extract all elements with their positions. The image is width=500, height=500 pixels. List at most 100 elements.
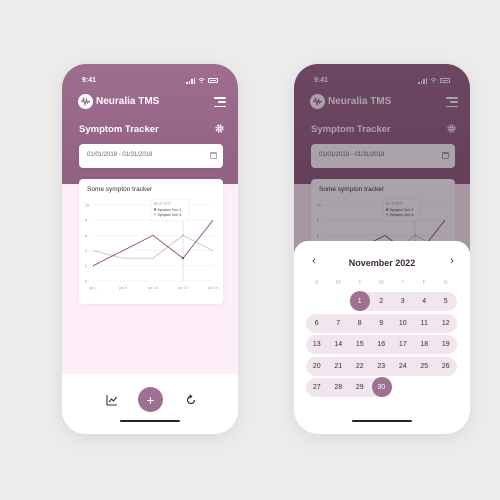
y-tick-label: 4 <box>85 249 87 253</box>
weekday-label: F <box>422 280 426 286</box>
calendar-day-number: 8 <box>357 319 362 327</box>
weekday-label: S <box>443 280 448 286</box>
tooltip-entry: Symptom One: 6 <box>158 213 182 217</box>
calendar-day[interactable]: 27 <box>306 378 328 397</box>
phone-screen-tracker: 9:41 Neuralia TMS Symptom Tracker 01/01/… <box>62 64 238 434</box>
y-tick-label: 0 <box>85 280 87 284</box>
tooltip-legend-dot <box>153 208 157 211</box>
date-range-field[interactable]: 01/01/2018 - 01/31/2018 <box>79 144 223 168</box>
tooltip-legend-dot <box>153 213 157 216</box>
y-tick-label: 8 <box>85 219 87 223</box>
home-indicator <box>352 420 412 422</box>
calendar-month-label: November 2022 <box>348 258 416 268</box>
calendar-day[interactable]: 23 <box>371 357 393 376</box>
brain-wave-logo-icon <box>78 94 93 109</box>
calendar-day[interactable]: 10 <box>392 314 414 333</box>
date-range-value: 01/01/2018 - 01/31/2018 <box>87 152 153 158</box>
calendar-day[interactable]: 30 <box>371 377 393 397</box>
add-entry-button[interactable]: + <box>138 387 163 412</box>
x-tick-label: jan 1 <box>88 286 97 290</box>
calendar-empty-cell <box>414 378 436 397</box>
calendar-day-number: 25 <box>420 362 429 370</box>
calendar-day-number: 13 <box>312 341 321 348</box>
app-name: Neuralia TMS <box>96 96 160 107</box>
calendar-day[interactable]: 14 <box>328 335 350 354</box>
calendar-day[interactable]: 28 <box>328 378 350 397</box>
calendar-day[interactable]: 15 <box>349 335 371 354</box>
calendar-day[interactable]: 17 <box>392 335 414 354</box>
data-point[interactable] <box>181 257 185 260</box>
gear-icon[interactable] <box>215 124 224 133</box>
calendar-week-row: 27 28 29 30 <box>306 377 457 397</box>
weekday-label: M <box>335 280 341 286</box>
calendar-day[interactable]: 1 <box>349 291 371 311</box>
weekday-header: SMTWTFS <box>306 280 457 290</box>
calendar-day[interactable]: 3 <box>392 292 414 311</box>
calendar-day[interactable]: 9 <box>371 314 393 333</box>
calendar-day[interactable]: 11 <box>414 314 436 333</box>
calendar-day-number: 6 <box>314 319 319 327</box>
wifi-icon <box>198 78 205 84</box>
plus-icon: + <box>146 391 155 408</box>
status-bar: 9:41 <box>62 76 238 88</box>
calendar-week-row: 6 7 8 9 10 11 12 <box>306 313 457 333</box>
calendar-week-row: 1 2 3 4 5 <box>306 291 457 311</box>
calendar-day[interactable]: 19 <box>435 335 457 354</box>
weekday-label: T <box>401 280 405 286</box>
series-line-symptom-two <box>92 219 214 267</box>
calendar-icon[interactable] <box>210 152 217 159</box>
calendar-day[interactable]: 13 <box>306 335 328 354</box>
cellular-signal-icon <box>186 77 195 84</box>
home-indicator <box>120 420 180 422</box>
x-tick-label: jan 15 <box>147 286 158 290</box>
calendar-week-row: 20 21 22 23 24 25 26 <box>306 356 457 376</box>
y-tick-label: 2 <box>85 264 87 268</box>
status-time: 9:41 <box>82 77 97 84</box>
calendar-day-number: 26 <box>441 362 450 370</box>
weekday-label: T <box>358 280 362 286</box>
calendar-day[interactable]: 6 <box>306 314 328 333</box>
tooltip-date: jan 22 2024 <box>153 202 171 206</box>
calendar-day[interactable]: 24 <box>392 357 414 376</box>
calendar-day[interactable]: 20 <box>306 357 328 376</box>
chart-card-title: Some sympton tracker <box>87 186 153 193</box>
hamburger-menu-icon[interactable] <box>214 97 226 107</box>
calendar-day[interactable]: 8 <box>349 314 371 333</box>
calendar-day[interactable]: 26 <box>435 357 457 376</box>
calendar-day-number: 3 <box>400 298 405 305</box>
chevron-right-icon[interactable]: › <box>446 255 458 267</box>
series-line-symptom-one <box>92 234 214 259</box>
y-tick-label: 6 <box>85 234 87 238</box>
date-picker-sheet: ‹ November 2022 › SMTWTFS 1 2 3 4 5 6 7 8 9 10 11 1… <box>294 241 470 434</box>
tooltip-entry: Symptom Two: 3 <box>158 208 182 212</box>
calendar-day[interactable]: 7 <box>328 314 350 333</box>
calendar-day[interactable]: 12 <box>435 314 457 333</box>
calendar-day[interactable]: 25 <box>414 357 436 376</box>
calendar-empty-cell <box>392 378 414 397</box>
calendar-day-number: 14 <box>334 341 343 348</box>
calendar-day[interactable]: 5 <box>435 292 457 311</box>
bottom-nav: + <box>62 374 238 434</box>
calendar-day[interactable]: 21 <box>328 357 350 376</box>
calendar-day-number: 27 <box>312 384 321 391</box>
status-icons <box>186 77 218 84</box>
calendar-day[interactable]: 4 <box>414 292 436 311</box>
calendar-day-number: 22 <box>355 362 364 370</box>
calendar-day-number: 23 <box>377 362 386 370</box>
calendar-day[interactable]: 2 <box>371 292 393 311</box>
refresh-icon[interactable] <box>185 394 197 406</box>
calendar-day-number: 24 <box>398 362 407 370</box>
calendar-day[interactable]: 16 <box>371 335 393 354</box>
calendar-day[interactable]: 18 <box>414 335 436 354</box>
x-tick-label: jan 22 <box>177 286 188 290</box>
weekday-label: W <box>378 280 384 286</box>
data-point[interactable] <box>181 234 185 237</box>
symptom-line-chart[interactable]: 0 2 4 6 8 10 jan 1 jan 8 jan 15 jan 22 jan 29 jan 2… <box>79 197 223 297</box>
calendar-day[interactable]: 29 <box>349 378 371 397</box>
calendar-day-number: 2 <box>379 298 384 305</box>
calendar-day[interactable]: 22 <box>349 357 371 376</box>
calendar-day-number: 11 <box>420 319 428 327</box>
chart-icon[interactable] <box>106 394 118 406</box>
calendar-empty-cell <box>328 292 350 311</box>
calendar-day-number: 1 <box>357 298 362 305</box>
